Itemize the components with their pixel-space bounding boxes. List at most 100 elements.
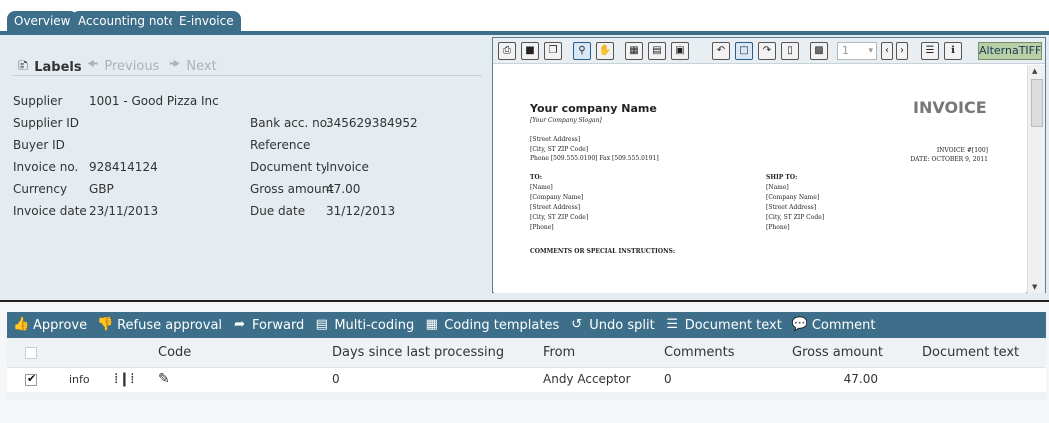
forward-label: Forward bbox=[252, 317, 305, 333]
header-code[interactable]: Code bbox=[158, 345, 191, 360]
ship-line: [Company Name] bbox=[766, 194, 820, 201]
refuse-approval-button[interactable]: 👎 Refuse approval bbox=[97, 318, 222, 333]
rotate-left-icon[interactable]: ↶ bbox=[712, 42, 730, 60]
fit-page-icon[interactable]: ▦ bbox=[625, 42, 643, 60]
phone-fax: Phone [509.555.0190] Fax [509.555.0191] bbox=[530, 155, 659, 162]
city-zip: [City, ST ZIP Code] bbox=[530, 146, 589, 153]
header-document-text[interactable]: Document text bbox=[922, 345, 1019, 360]
ship-line: [Street Address] bbox=[766, 204, 817, 211]
info-icon[interactable]: ℹ bbox=[944, 42, 962, 60]
next-page-icon[interactable]: › bbox=[896, 42, 908, 60]
copy-icon[interactable]: ❐ bbox=[544, 42, 562, 60]
page-view-icon[interactable]: ▯ bbox=[781, 42, 799, 60]
row-info-link[interactable]: info bbox=[69, 373, 90, 386]
rotate-right-icon[interactable]: ↷ bbox=[758, 42, 776, 60]
invoice-date-label: Invoice date bbox=[13, 204, 87, 218]
save-icon[interactable]: ■ bbox=[521, 42, 539, 60]
fit-width-icon[interactable]: ▤ bbox=[648, 42, 666, 60]
previous-label: Previous bbox=[104, 58, 160, 74]
prev-page-icon[interactable]: ‹ bbox=[881, 42, 893, 60]
header-days[interactable]: Days since last processing bbox=[332, 345, 504, 360]
bank-account-label: Bank acc. no. bbox=[250, 116, 331, 130]
invoice-number: INVOICE #[100] bbox=[936, 147, 988, 154]
fit-height-icon[interactable]: ▣ bbox=[671, 42, 689, 60]
edit-pencil-icon[interactable]: ✎ bbox=[158, 371, 170, 387]
ship-to-block: [Name] [Company Name] [Street Address] [… bbox=[766, 183, 824, 233]
to-label: TO: bbox=[530, 174, 542, 181]
action-toolbar: 👍 Approve 👎 Refuse approval ➦ Forward ▤ Mult… bbox=[7, 312, 1046, 338]
row-from: Andy Acceptor bbox=[543, 372, 631, 386]
zoom-icon[interactable]: ⚲ bbox=[573, 42, 591, 60]
comment-icon: 💬 bbox=[791, 317, 809, 332]
to-line: [Company Name] bbox=[530, 194, 584, 201]
scroll-down-icon[interactable]: ▼ bbox=[1032, 283, 1037, 291]
invoice-page: Your company Name [Your Company Slogan] … bbox=[494, 65, 1026, 293]
due-date-label: Due date bbox=[250, 204, 306, 218]
coding-grid: Code Days since last processing From Com… bbox=[7, 338, 1046, 400]
currency-value: GBP bbox=[89, 182, 114, 196]
tab-e-invoice[interactable]: E-invoice bbox=[172, 11, 241, 32]
bank-account-value: 345629384952 bbox=[326, 116, 418, 130]
page-select[interactable]: 1 ▾ bbox=[837, 42, 877, 60]
alternatiff-logo[interactable]: AlternaTIFF bbox=[978, 42, 1042, 60]
buyer-id-label: Buyer ID bbox=[13, 138, 65, 152]
comments-label: COMMENTS OR SPECIAL INSTRUCTIONS: bbox=[530, 248, 676, 255]
multi-coding-label: Multi-coding bbox=[334, 317, 415, 333]
to-line: [City, ST ZIP Code] bbox=[530, 214, 589, 221]
invoice-date-value: 23/11/2013 bbox=[89, 204, 159, 218]
approve-button[interactable]: 👍 Approve bbox=[13, 318, 87, 333]
divider bbox=[12, 75, 482, 76]
invert-icon[interactable]: ▩ bbox=[810, 42, 828, 60]
due-date-value: 31/12/2013 bbox=[326, 204, 396, 218]
document-type-value: Invoice bbox=[326, 160, 369, 174]
pan-hand-icon[interactable]: ✋ bbox=[596, 42, 614, 60]
document-text-button[interactable]: ☰ Document text bbox=[665, 318, 781, 333]
print-icon[interactable]: ⎙ bbox=[498, 42, 516, 60]
to-line: [Phone] bbox=[530, 224, 554, 231]
table-row[interactable]: ✔ info ⁞❙⁞ ✎ 0 Andy Acceptor 0 47.00 bbox=[7, 368, 1046, 392]
to-line: [Name] bbox=[530, 184, 553, 191]
single-page-icon[interactable]: □ bbox=[735, 42, 753, 60]
scroll-up-icon[interactable]: ▲ bbox=[1032, 67, 1037, 75]
multi-coding-button[interactable]: ▤ Multi-coding bbox=[314, 317, 415, 333]
comment-button[interactable]: 💬 Comment bbox=[792, 318, 876, 333]
ship-line: [Name] bbox=[766, 184, 789, 191]
multi-coding-icon: ▤ bbox=[315, 317, 328, 332]
undo-split-button[interactable]: ↺ Undo split bbox=[569, 318, 654, 333]
header-from[interactable]: From bbox=[543, 345, 575, 360]
company-name: Your company Name bbox=[530, 102, 657, 115]
supplier-label: Supplier bbox=[13, 94, 63, 108]
panel-separator bbox=[0, 300, 1049, 302]
approve-label: Approve bbox=[33, 317, 88, 333]
supplier-value: 1001 - Good Pizza Inc bbox=[89, 94, 219, 108]
header-gross-amount[interactable]: Gross amount bbox=[792, 345, 883, 360]
chevron-down-icon: ▾ bbox=[868, 46, 873, 56]
next-button[interactable]: 🠞 Next bbox=[169, 55, 217, 77]
split-icon[interactable]: ⁞❙⁞ bbox=[114, 371, 135, 387]
coding-templates-button[interactable]: ▦ Coding templates bbox=[424, 318, 560, 333]
gross-amount-value: 47.00 bbox=[326, 182, 361, 196]
header-comments[interactable]: Comments bbox=[664, 345, 734, 360]
thumbs-down-icon: 👎 bbox=[97, 317, 114, 332]
tab-overview[interactable]: Overview bbox=[7, 11, 78, 32]
ship-line: [City, ST ZIP Code] bbox=[766, 214, 825, 221]
gross-amount-label: Gross amount bbox=[250, 182, 334, 196]
arrow-left-icon: 🠜 bbox=[87, 57, 99, 72]
ship-to-label: SHIP TO: bbox=[766, 174, 798, 181]
thumbs-up-icon: 👍 bbox=[13, 317, 30, 332]
refuse-approval-label: Refuse approval bbox=[117, 317, 223, 333]
select-all-checkbox[interactable] bbox=[25, 347, 37, 359]
previous-button[interactable]: 🠜 Previous bbox=[87, 55, 159, 77]
street-address: [Street Address] bbox=[530, 136, 581, 143]
arrow-right-icon: 🠞 bbox=[169, 57, 181, 72]
properties-icon[interactable]: ☰ bbox=[921, 42, 939, 60]
viewer-scrollbar[interactable]: ▲ ▼ bbox=[1027, 65, 1045, 293]
undo-split-label: Undo split bbox=[589, 317, 655, 333]
next-label: Next bbox=[186, 58, 217, 74]
forward-button[interactable]: ➦ Forward bbox=[232, 318, 304, 333]
row-checkbox[interactable]: ✔ bbox=[25, 372, 37, 386]
tab-accounting-note[interactable]: Accounting note bbox=[71, 11, 183, 32]
scroll-thumb[interactable] bbox=[1031, 79, 1043, 127]
grid-header: Code Days since last processing From Com… bbox=[7, 338, 1046, 368]
to-line: [Street Address] bbox=[530, 204, 581, 211]
